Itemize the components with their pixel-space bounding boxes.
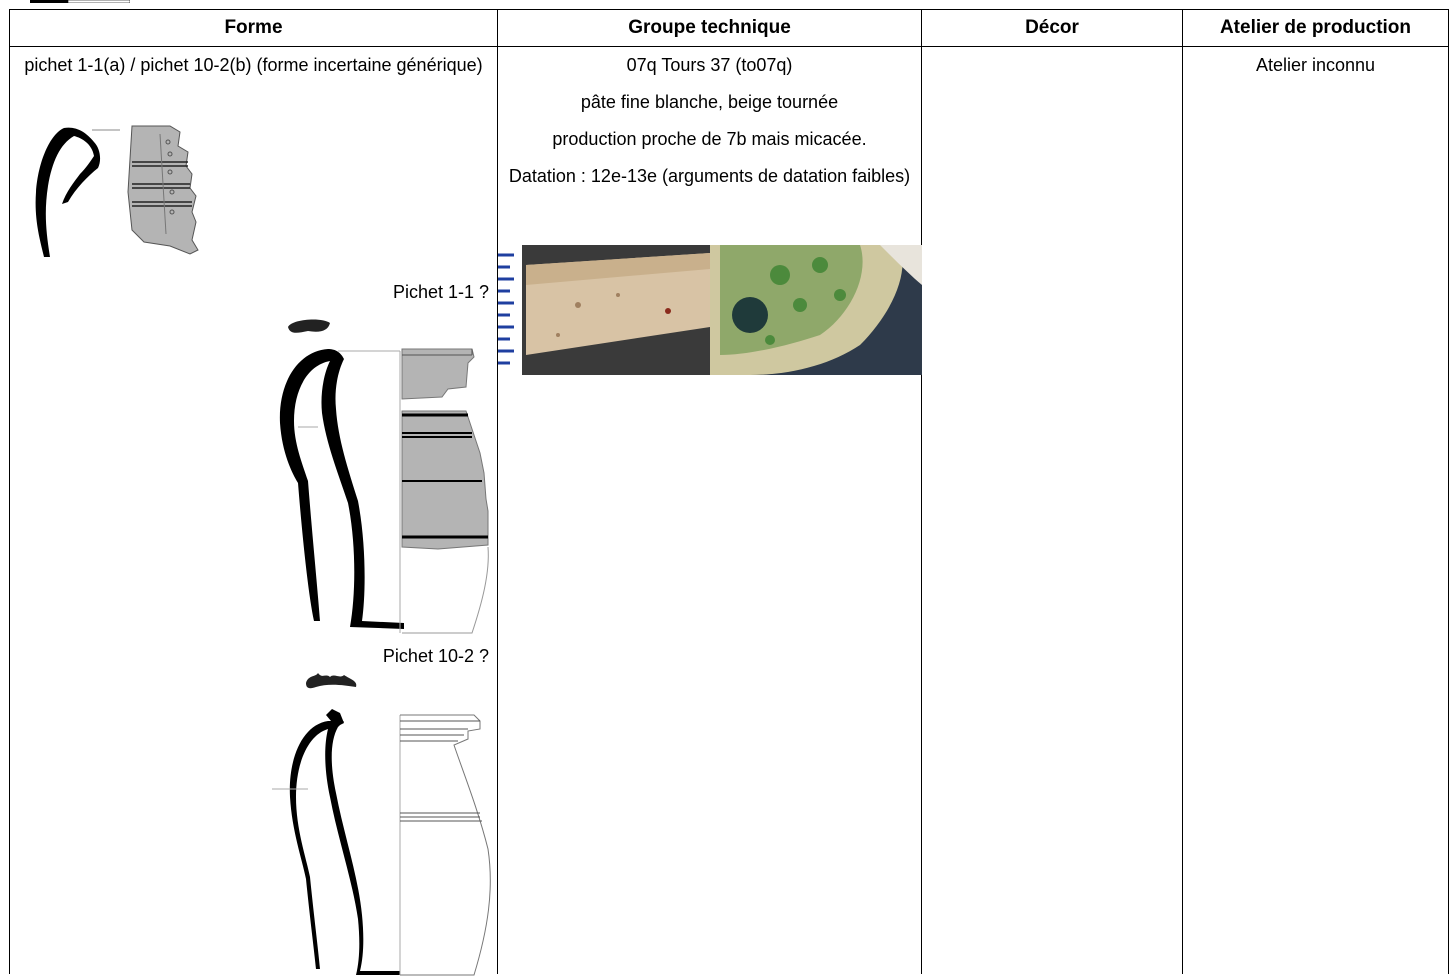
forme-label-pichet-1-1: Pichet 1-1 ? <box>392 282 489 302</box>
green-glaze-photo <box>710 245 922 375</box>
cell-groupe-technique: 07q Tours 37 (to07q) pâte fine blanche, … <box>498 47 922 974</box>
header-forme: Forme <box>10 10 498 46</box>
pichet-10-2-profile-drawing <box>272 673 491 976</box>
groupe-line-production: production proche de 7b mais micacée. <box>552 129 867 149</box>
header-decor: Décor <box>922 10 1183 46</box>
cell-atelier: Atelier inconnu <box>1183 47 1448 974</box>
table-row: pichet 1-1(a) / pichet 10-2(b) (forme in… <box>10 47 1448 976</box>
rim-sherd-drawing <box>35 125 199 257</box>
scale-bar-icon <box>30 0 130 3</box>
forme-label-pichet-10-2: Pichet 10-2 ? <box>382 646 489 666</box>
cell-forme: pichet 1-1(a) / pichet 10-2(b) (forme in… <box>10 47 498 976</box>
atelier-text: Atelier inconnu <box>1255 55 1376 75</box>
fabric-photo-with-scale <box>498 245 710 375</box>
groupe-line-code: 07q Tours 37 (to07q) <box>626 55 793 75</box>
cell-decor <box>922 47 1183 974</box>
ceramics-table: Forme Groupe technique Décor Atelier de … <box>9 9 1449 976</box>
forme-description: pichet 1-1(a) / pichet 10-2(b) (forme in… <box>24 55 483 75</box>
groupe-line-pate: pâte fine blanche, beige tournée <box>580 92 839 112</box>
table-header-row: Forme Groupe technique Décor Atelier de … <box>10 10 1448 47</box>
pichet-1-1-profile-drawing <box>279 319 489 634</box>
groupe-line-datation: Datation : 12e-13e (arguments de datatio… <box>508 166 911 186</box>
header-atelier: Atelier de production <box>1219 17 1412 38</box>
header-groupe-technique: Groupe technique <box>498 10 922 46</box>
